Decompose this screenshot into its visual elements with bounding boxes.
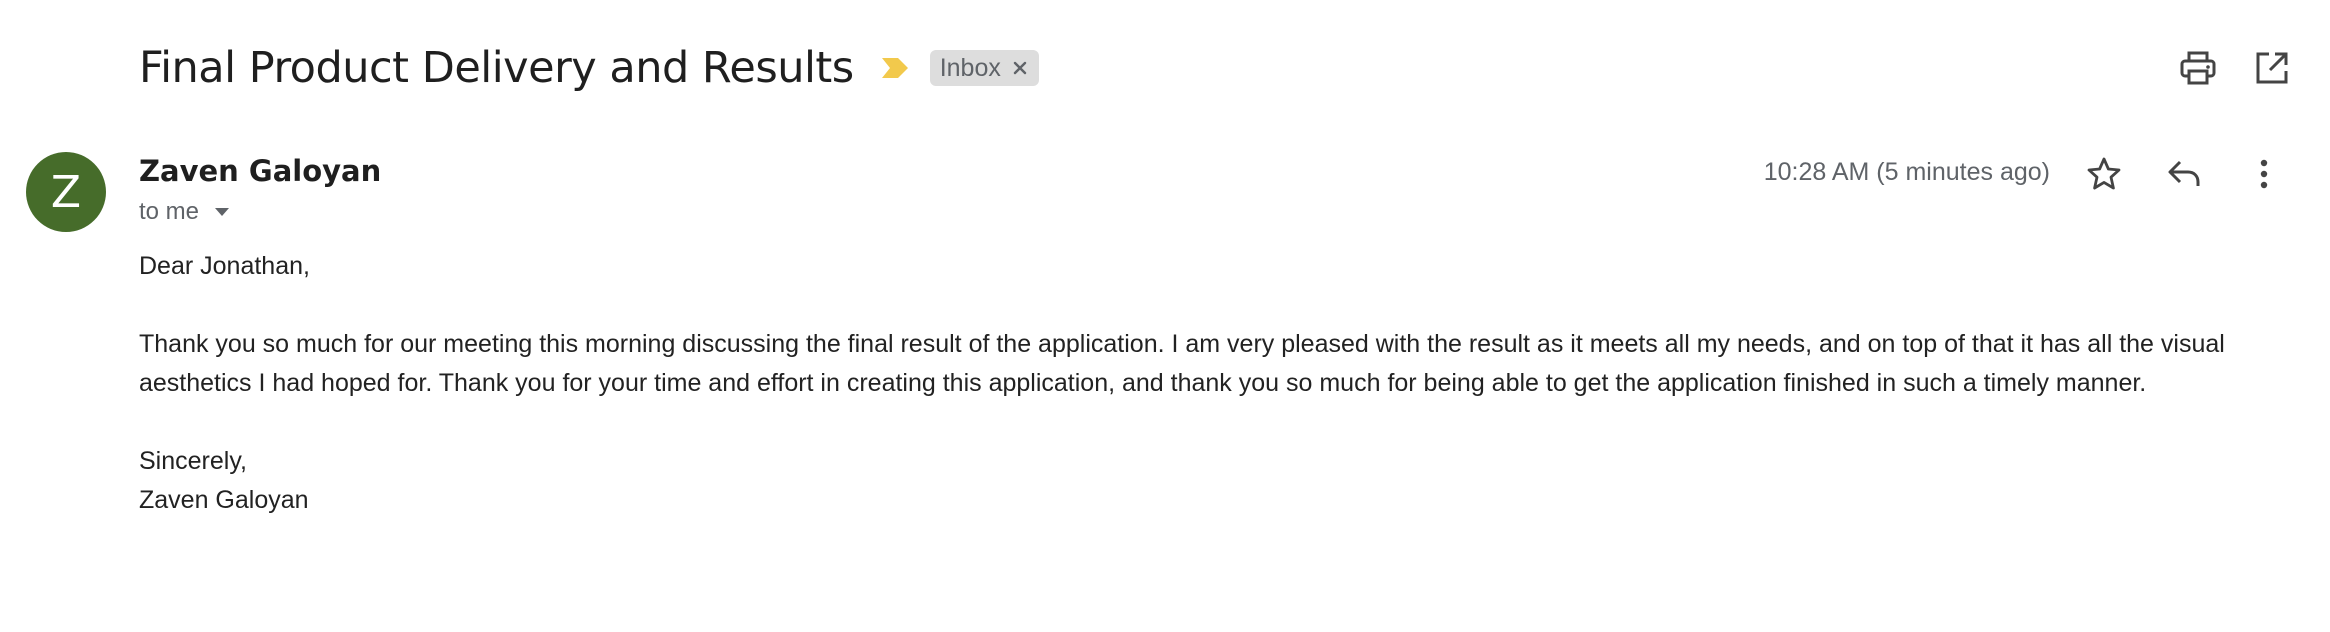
importance-marker-icon[interactable] (880, 56, 910, 80)
label-text: Inbox (939, 53, 1001, 82)
email-body: Dear Jonathan, Thank you so much for our… (139, 247, 2259, 520)
open-in-new-window-icon[interactable] (2252, 48, 2292, 88)
reply-icon[interactable] (2164, 154, 2204, 194)
recipient-text: to me (139, 198, 200, 225)
caret-down-icon[interactable] (213, 206, 231, 218)
email-signature: Zaven Galoyan (139, 486, 309, 514)
avatar-initial: Z (50, 166, 82, 218)
email-closing: Sincerely, (139, 447, 247, 475)
more-vertical-icon[interactable] (2244, 154, 2284, 194)
email-greeting: Dear Jonathan, (139, 252, 310, 280)
email-subject: Final Product Delivery and Results (139, 43, 854, 93)
inbox-label-chip: Inbox (929, 50, 1039, 86)
sender-name[interactable]: Zaven Galoyan (139, 154, 381, 188)
subject-row: Final Product Delivery and Results Inbox (139, 40, 1039, 96)
email-paragraph: Thank you so much for our meeting this m… (139, 330, 2225, 397)
star-icon[interactable] (2084, 154, 2124, 194)
close-icon[interactable] (1011, 59, 1029, 77)
avatar[interactable]: Z (26, 152, 106, 232)
print-icon[interactable] (2178, 48, 2218, 88)
email-timestamp: 10:28 AM (5 minutes ago) (1763, 158, 2050, 186)
recipient-row: to me (139, 198, 231, 226)
